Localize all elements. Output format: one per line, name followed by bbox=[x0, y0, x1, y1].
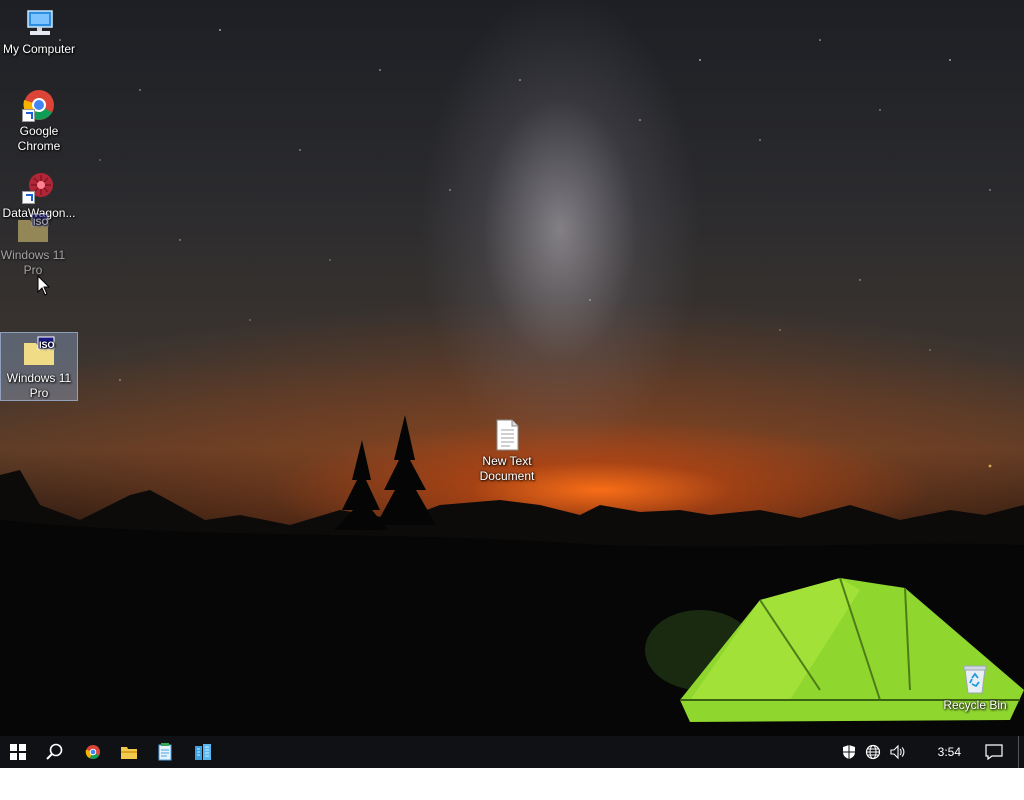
desktop-icon-label: New Text Document bbox=[479, 454, 535, 483]
chrome-icon bbox=[85, 744, 101, 760]
shortcut-arrow-icon bbox=[22, 191, 35, 204]
iso-file-icon: ISO bbox=[16, 212, 50, 246]
desktop-icon-windows-11-pro-drag[interactable]: ISO Windows 11 Pro bbox=[0, 212, 71, 278]
volume-tray-button[interactable] bbox=[886, 736, 908, 768]
desktop-icon-label: My Computer bbox=[2, 42, 76, 56]
wallpaper-scene bbox=[0, 29, 1024, 736]
file-explorer-button[interactable] bbox=[111, 736, 147, 768]
search-icon bbox=[46, 743, 63, 760]
notification-icon bbox=[985, 744, 1003, 760]
show-desktop-button[interactable] bbox=[1018, 736, 1024, 768]
desktop-icon-my-computer[interactable]: My Computer bbox=[1, 6, 77, 57]
globe-icon bbox=[865, 744, 881, 760]
notepad-taskbar-button[interactable] bbox=[147, 736, 183, 768]
shield-icon bbox=[843, 745, 855, 759]
desktop-icon-label: Google Chrome bbox=[17, 124, 61, 153]
network-tray-button[interactable] bbox=[862, 736, 884, 768]
action-center-button[interactable] bbox=[974, 736, 1014, 768]
start-button[interactable] bbox=[0, 736, 36, 768]
desktop-icon-label: Windows 11 Pro bbox=[6, 371, 72, 400]
desktop-icon-google-chrome[interactable]: Google Chrome bbox=[1, 88, 77, 154]
notepad-icon bbox=[158, 743, 172, 761]
computer-icon bbox=[22, 6, 56, 40]
recycle-bin-icon bbox=[958, 662, 992, 696]
windows-logo-icon bbox=[10, 744, 26, 760]
store-taskbar-button[interactable] bbox=[185, 736, 221, 768]
iso-badge: ISO bbox=[39, 340, 55, 350]
clock[interactable]: 3:54 PM bbox=[938, 736, 961, 791]
folder-icon bbox=[121, 747, 137, 759]
iso-file-icon: ISO bbox=[22, 335, 56, 369]
desktop-wallpaper bbox=[0, 0, 1024, 736]
taskbar: 3:54 PM bbox=[0, 736, 1024, 791]
mouse-cursor-icon bbox=[37, 275, 51, 296]
shortcut-arrow-icon bbox=[22, 109, 35, 122]
chrome-icon bbox=[22, 88, 56, 122]
search-button[interactable] bbox=[37, 736, 73, 768]
desktop-icon-new-text-document[interactable]: New Text Document bbox=[469, 418, 545, 484]
desktop-icon-recycle-bin[interactable]: Recycle Bin bbox=[937, 662, 1013, 713]
desktop-icon-label: Recycle Bin bbox=[943, 698, 1007, 712]
security-tray-button[interactable] bbox=[838, 736, 860, 768]
datawagon-icon bbox=[22, 170, 56, 204]
desktop-icon-windows-11-pro[interactable]: ISO Windows 11 Pro bbox=[0, 332, 78, 401]
iso-badge: ISO bbox=[33, 217, 49, 227]
desktop-icon-label: Windows 11 Pro bbox=[0, 248, 66, 277]
volume-icon bbox=[890, 744, 905, 760]
building-icon bbox=[195, 744, 211, 760]
text-document-icon bbox=[490, 418, 524, 452]
chrome-taskbar-button[interactable] bbox=[75, 736, 111, 768]
